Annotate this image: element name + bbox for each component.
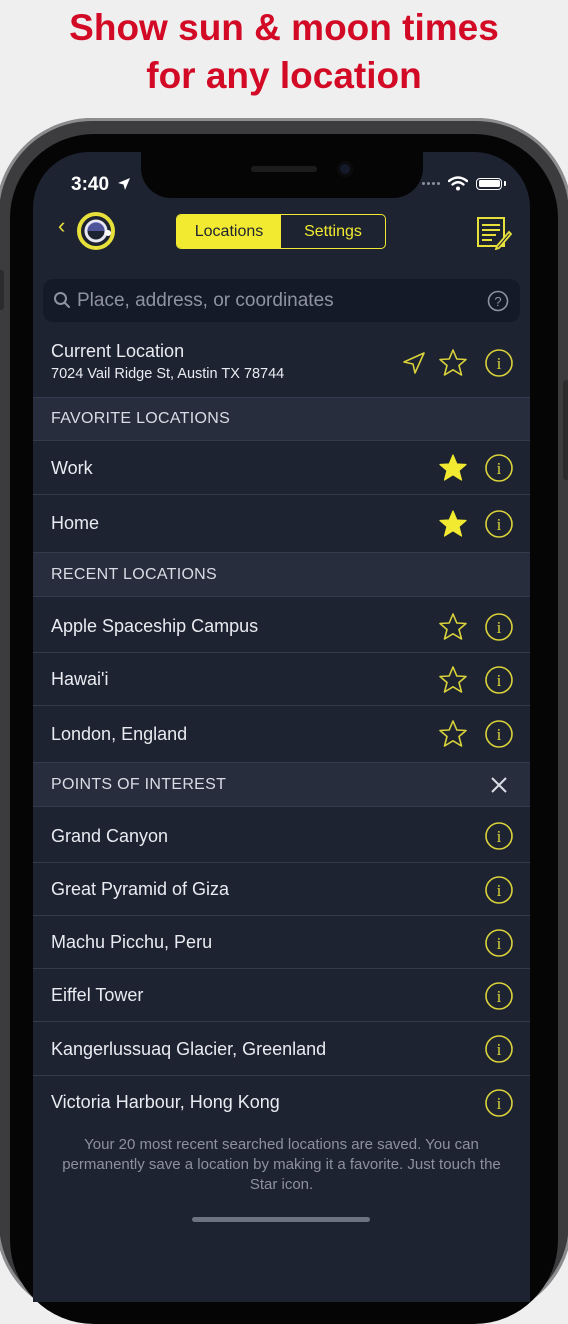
location-label: Eiffel Tower xyxy=(51,985,144,1005)
search-input[interactable] xyxy=(77,279,477,322)
star-filled-icon[interactable] xyxy=(438,509,468,539)
info-icon[interactable]: i xyxy=(484,981,514,1011)
location-label: Work xyxy=(51,458,93,478)
svg-text:i: i xyxy=(497,725,502,744)
battery-icon xyxy=(476,177,502,190)
list-item[interactable]: Hawai'i i xyxy=(33,652,530,705)
list-item[interactable]: Great Pyramid of Giza i xyxy=(33,862,530,915)
location-arrow-icon xyxy=(118,178,130,190)
svg-text:i: i xyxy=(497,1040,502,1059)
star-filled-icon[interactable] xyxy=(438,453,468,483)
location-label: Machu Picchu, Peru xyxy=(51,932,213,952)
segmented-control: Locations Settings xyxy=(176,214,386,249)
list-item[interactable]: Work i xyxy=(33,440,530,494)
tab-locations[interactable]: Locations xyxy=(177,215,281,248)
location-label: Apple Spaceship Campus xyxy=(51,616,259,636)
svg-text:i: i xyxy=(497,671,502,690)
svg-text:i: i xyxy=(497,515,502,534)
list-item[interactable]: Machu Picchu, Peru i xyxy=(33,915,530,968)
info-icon[interactable]: i xyxy=(484,821,514,851)
battery-tip xyxy=(504,181,506,186)
info-icon[interactable]: i xyxy=(484,875,514,905)
notch xyxy=(141,152,423,198)
location-label: Great Pyramid of Giza xyxy=(51,879,230,899)
search-bar: ? xyxy=(43,279,520,322)
favorite-locations-header: FAVORITE LOCATIONS xyxy=(33,397,530,440)
speaker xyxy=(251,166,317,172)
points-of-interest-header: POINTS OF INTEREST xyxy=(33,762,530,806)
info-icon[interactable]: i xyxy=(484,928,514,958)
info-icon[interactable]: i xyxy=(484,1088,514,1118)
svg-text:i: i xyxy=(497,827,502,846)
back-chevron-icon[interactable]: ‹ xyxy=(58,213,65,239)
signal-dots-icon xyxy=(422,182,440,185)
star-outline-icon[interactable] xyxy=(438,719,468,749)
status-time: 3:40 xyxy=(71,174,110,195)
search-icon xyxy=(54,292,70,308)
svg-text:i: i xyxy=(497,354,502,373)
svg-text:i: i xyxy=(497,881,502,900)
close-icon[interactable] xyxy=(489,775,509,795)
list-item[interactable]: Eiffel Tower i xyxy=(33,968,530,1021)
star-outline-icon[interactable] xyxy=(438,612,468,642)
app-logo-icon[interactable] xyxy=(75,210,117,252)
list-item[interactable]: Grand Canyon i xyxy=(33,806,530,862)
info-icon[interactable]: i xyxy=(484,1034,514,1064)
current-location-row[interactable]: Current Location 7024 Vail Ridge St, Aus… xyxy=(33,332,530,397)
list-item[interactable]: Kangerlussuaq Glacier, Greenland i xyxy=(33,1021,530,1075)
list-item[interactable]: Home i xyxy=(33,494,530,552)
headline-line-1: Show sun & moon times xyxy=(69,7,499,48)
current-location-address: 7024 Vail Ridge St, Austin TX 78744 xyxy=(51,366,285,382)
list-item[interactable]: London, England i xyxy=(33,705,530,762)
notes-edit-icon[interactable] xyxy=(476,216,512,250)
front-camera xyxy=(337,161,353,177)
location-label: Victoria Harbour, Hong Kong xyxy=(51,1092,280,1112)
section-title: POINTS OF INTEREST xyxy=(51,776,227,793)
headline-line-2: for any location xyxy=(146,55,422,96)
svg-text:?: ? xyxy=(494,294,501,309)
svg-text:i: i xyxy=(497,1094,502,1113)
info-icon[interactable]: i xyxy=(484,348,514,378)
app-screen: 3:40 ‹ Locations Settings Place, address… xyxy=(33,152,530,1302)
svg-text:i: i xyxy=(497,459,502,478)
list-item[interactable]: Apple Spaceship Campus i xyxy=(33,596,530,652)
location-label: London, England xyxy=(51,724,188,744)
info-icon[interactable]: i xyxy=(484,509,514,539)
location-arrow-icon[interactable] xyxy=(401,350,427,376)
info-icon[interactable]: i xyxy=(484,665,514,695)
status-indicators xyxy=(422,176,506,191)
phone-power-button xyxy=(563,380,568,480)
promo-headline: Show sun & moon times for any location xyxy=(0,4,568,100)
svg-text:i: i xyxy=(497,618,502,637)
location-label: Hawai'i xyxy=(51,669,109,689)
section-title: FAVORITE LOCATIONS xyxy=(51,410,231,427)
location-label: Kangerlussuaq Glacier, Greenland xyxy=(51,1039,327,1059)
svg-text:i: i xyxy=(497,934,502,953)
svg-text:i: i xyxy=(497,987,502,1006)
info-icon[interactable]: i xyxy=(484,612,514,642)
location-label: Home xyxy=(51,513,100,533)
info-icon[interactable]: i xyxy=(484,719,514,749)
list-item[interactable]: Victoria Harbour, Hong Kong i xyxy=(33,1075,530,1128)
phone-side-button xyxy=(0,270,4,310)
wifi-icon xyxy=(448,176,468,191)
star-outline-icon[interactable] xyxy=(438,665,468,695)
home-indicator[interactable] xyxy=(192,1217,370,1222)
recent-locations-header: RECENT LOCATIONS xyxy=(33,552,530,596)
help-icon[interactable]: ? xyxy=(487,290,509,312)
star-outline-icon[interactable] xyxy=(438,348,468,378)
footer-note: Your 20 most recent searched locations a… xyxy=(62,1136,501,1193)
location-label: Grand Canyon xyxy=(51,826,169,846)
section-title: RECENT LOCATIONS xyxy=(51,566,218,583)
current-location-title: Current Location xyxy=(51,341,185,361)
tab-settings[interactable]: Settings xyxy=(281,215,385,248)
info-icon[interactable]: i xyxy=(484,453,514,483)
